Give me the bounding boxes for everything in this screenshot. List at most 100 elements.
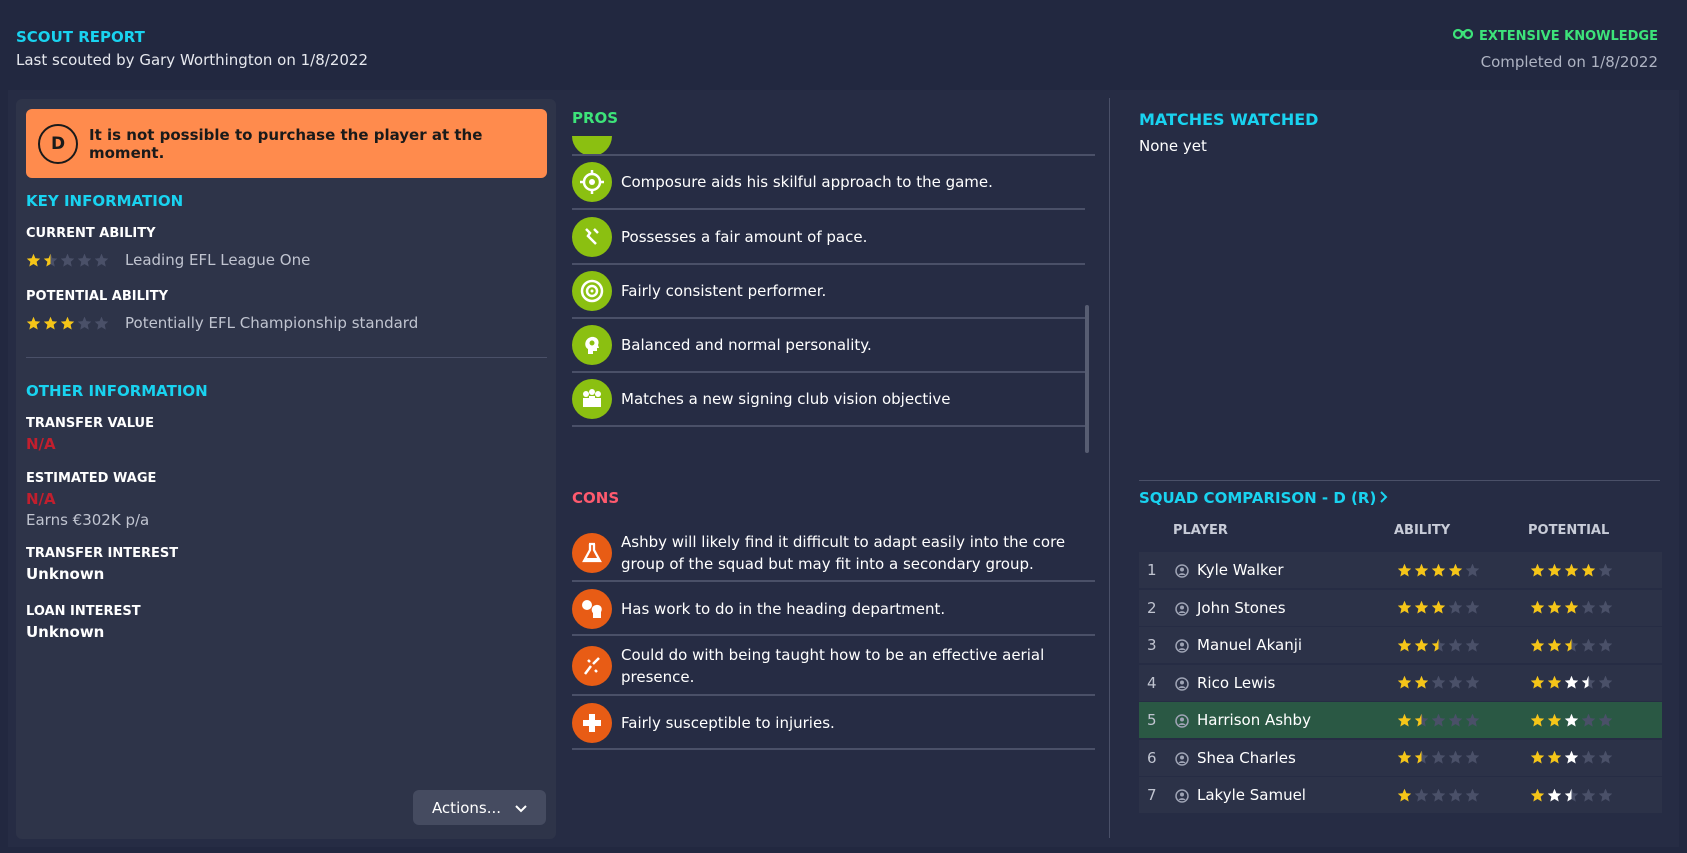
squad-rank: 2	[1147, 598, 1157, 617]
con-text: Could do with being taught how to be an …	[621, 646, 1045, 686]
star-icon	[1598, 600, 1613, 615]
transfer-interest: Unknown	[26, 565, 105, 583]
ability-column-header[interactable]: ABILITY	[1394, 523, 1450, 538]
star-icon	[1564, 563, 1579, 578]
completed-date: Completed on 1/8/2022	[1480, 53, 1658, 71]
star-icon	[1598, 638, 1613, 653]
player-column-header[interactable]: PLAYER	[1173, 523, 1228, 538]
squad-rank: 5	[1147, 711, 1157, 729]
star-icon	[1598, 675, 1613, 690]
star-icon	[1465, 563, 1480, 578]
person-icon	[1175, 638, 1189, 653]
potential-ability-stars	[26, 316, 109, 331]
star-icon	[1414, 788, 1429, 803]
star-icon	[43, 316, 58, 331]
star-icon	[1564, 675, 1579, 690]
con-text: Ashby will likely find it difficult to a…	[621, 533, 1066, 573]
pro-item: Fairly consistent performer.	[572, 265, 1085, 319]
star-icon	[1448, 750, 1463, 765]
star-icon	[1530, 563, 1545, 578]
pro-text: Matches a new signing club vision object…	[621, 390, 951, 408]
potential-stars	[1530, 563, 1613, 578]
knowledge-level: EXTENSIVE KNOWLEDGE	[1452, 28, 1658, 44]
star-icon	[1397, 638, 1412, 653]
key-information-title: KEY INFORMATION	[26, 192, 184, 210]
con-item: Has work to do in the heading department…	[572, 584, 1095, 636]
potential-stars	[1530, 788, 1613, 803]
squad-player-name[interactable]: Rico Lewis	[1197, 674, 1394, 692]
star-icon	[1564, 788, 1579, 803]
squad-player-name[interactable]: Manuel Akanji	[1197, 636, 1394, 654]
star-icon	[1530, 638, 1545, 653]
star-icon	[1465, 600, 1480, 615]
squad-row[interactable]: 6 Shea Charles	[1139, 739, 1662, 776]
ability-stars	[1397, 750, 1480, 765]
squad-rank: 4	[1147, 673, 1157, 692]
star-icon	[1414, 713, 1429, 728]
loan-interest-label: LOAN INTEREST	[26, 604, 141, 619]
actions-button[interactable]: Actions...	[413, 790, 546, 825]
squad-player-name[interactable]: Lakyle Samuel	[1197, 786, 1394, 804]
squad-rank: 3	[1147, 636, 1157, 654]
star-icon	[1431, 675, 1446, 690]
pros-scrollbar[interactable]	[1085, 305, 1089, 453]
star-icon	[1397, 563, 1412, 578]
potential-ability-label: POTENTIAL ABILITY	[26, 289, 168, 304]
con-item: Fairly susceptible to injuries.	[572, 698, 1095, 750]
star-icon	[1414, 675, 1429, 690]
squad-row[interactable]: 5 Harrison Ashby	[1139, 702, 1662, 738]
squad-player-name[interactable]: Shea Charles	[1197, 749, 1394, 767]
cons-title: CONS	[572, 489, 620, 507]
con-text: Has work to do in the heading department…	[621, 600, 946, 618]
squad-row[interactable]: 3 Manuel Akanji	[1139, 627, 1662, 663]
alert-text: It is not possible to purchase the playe…	[89, 125, 483, 162]
squad-player-name[interactable]: Kyle Walker	[1197, 561, 1394, 579]
person-icon	[1175, 751, 1189, 766]
potential-column-header[interactable]: POTENTIAL	[1528, 523, 1609, 538]
star-icon	[1547, 788, 1562, 803]
star-icon	[1397, 675, 1412, 690]
star-icon	[1547, 713, 1562, 728]
star-icon	[1564, 638, 1579, 653]
transfer-value-label: TRANSFER VALUE	[26, 416, 154, 431]
star-icon	[1598, 713, 1613, 728]
squad-comparison-link[interactable]: SQUAD COMPARISON - D (R)	[1139, 489, 1388, 507]
squad-rank: 7	[1147, 786, 1157, 804]
star-icon	[1598, 563, 1613, 578]
star-icon	[1598, 750, 1613, 765]
estimated-wage: N/A	[26, 490, 56, 508]
chevron-right-icon	[1380, 489, 1388, 507]
squad-player-name[interactable]: Harrison Ashby	[1197, 711, 1394, 729]
ability-stars	[1397, 675, 1480, 690]
binoculars-icon	[1452, 28, 1474, 44]
star-icon	[1581, 600, 1596, 615]
alert-badge: D	[38, 123, 78, 164]
pace-icon	[572, 217, 612, 257]
squad-player-name[interactable]: John Stones	[1197, 599, 1394, 617]
star-icon	[1448, 638, 1463, 653]
squad-row[interactable]: 7 Lakyle Samuel	[1139, 777, 1662, 813]
star-icon	[1431, 563, 1446, 578]
star-icon	[1397, 788, 1412, 803]
potential-stars	[1530, 600, 1613, 615]
squad-rank: 1	[1147, 561, 1157, 579]
current-ability-label: CURRENT ABILITY	[26, 226, 156, 241]
heading-icon	[572, 589, 612, 629]
star-icon	[94, 316, 109, 331]
star-icon	[1530, 750, 1545, 765]
transfer-value: N/A	[26, 435, 56, 453]
star-icon	[1564, 713, 1579, 728]
club-vision-icon	[572, 379, 612, 419]
star-icon	[1431, 750, 1446, 765]
matches-watched-title: MATCHES WATCHED	[1139, 110, 1319, 129]
squad-row[interactable]: 4 Rico Lewis	[1139, 664, 1662, 701]
squad-row[interactable]: 2 John Stones	[1139, 589, 1662, 626]
star-icon	[1598, 788, 1613, 803]
star-icon	[1448, 675, 1463, 690]
potential-ability-desc: Potentially EFL Championship standard	[125, 314, 419, 332]
ability-stars	[1397, 713, 1480, 728]
ability-stars	[1397, 563, 1480, 578]
squad-divider	[1139, 480, 1660, 481]
flask-icon	[572, 533, 612, 573]
squad-row[interactable]: 1 Kyle Walker	[1139, 552, 1662, 588]
